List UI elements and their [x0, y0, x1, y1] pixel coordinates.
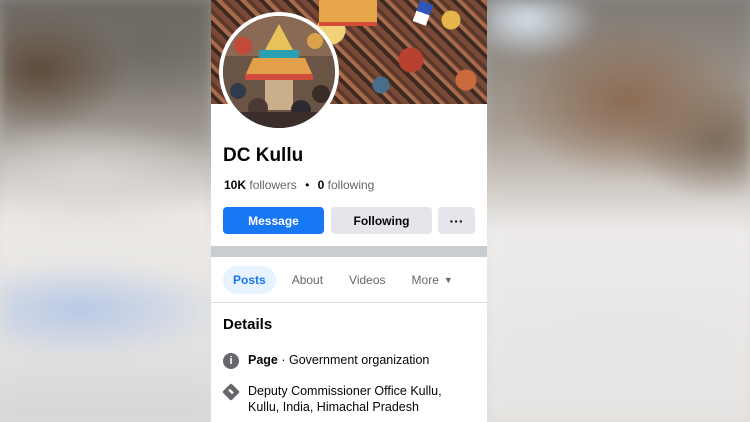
follow-stats: 10K followers • 0 following — [224, 178, 374, 192]
following-label[interactable]: following — [328, 178, 375, 192]
profile-screen: DC Kullu 10K followers • 0 following Mes… — [211, 0, 487, 422]
message-button[interactable]: Message — [223, 207, 324, 234]
directions-icon — [222, 383, 240, 401]
avatar-image — [223, 16, 335, 128]
more-dots-icon[interactable]: ··· — [438, 207, 475, 234]
blurred-background-left — [0, 0, 211, 422]
section-divider — [211, 246, 487, 257]
details-heading: Details — [223, 316, 273, 333]
tab-posts-label: Posts — [233, 273, 266, 287]
followers-label[interactable]: followers — [249, 178, 296, 192]
blurred-background-right — [487, 0, 750, 422]
tab-posts[interactable]: Posts — [223, 266, 276, 294]
tab-videos[interactable]: Videos — [339, 266, 395, 294]
cover-flag-shape — [412, 0, 434, 26]
following-button[interactable]: Following — [331, 207, 432, 234]
tab-about-label: About — [291, 273, 324, 287]
following-count[interactable]: 0 — [318, 178, 325, 192]
tab-more-label: More — [411, 273, 439, 287]
page-name: DC Kullu — [223, 145, 304, 166]
address-text: Deputy Commissioner Office Kullu, Kullu,… — [248, 384, 442, 414]
tab-videos-label: Videos — [349, 273, 386, 287]
page-type-value: · Government organization — [277, 353, 430, 367]
info-icon: i — [223, 353, 239, 369]
tab-more[interactable]: More ▼ — [402, 266, 463, 294]
followers-count[interactable]: 10K — [224, 178, 246, 192]
address-row[interactable]: Deputy Commissioner Office Kullu, Kullu,… — [222, 383, 473, 415]
caret-down-icon: ▼ — [443, 275, 453, 285]
cover-canopy-shape — [319, 0, 377, 26]
stats-separator: • — [305, 178, 310, 192]
tabs-divider — [211, 302, 487, 303]
page-type-row: i Page · Government organization — [223, 352, 429, 369]
tab-about[interactable]: About — [282, 266, 333, 294]
page-type-prefix: Page — [248, 353, 278, 367]
profile-tabs: Posts About Videos More ▼ — [223, 266, 469, 294]
profile-avatar[interactable] — [219, 12, 339, 132]
